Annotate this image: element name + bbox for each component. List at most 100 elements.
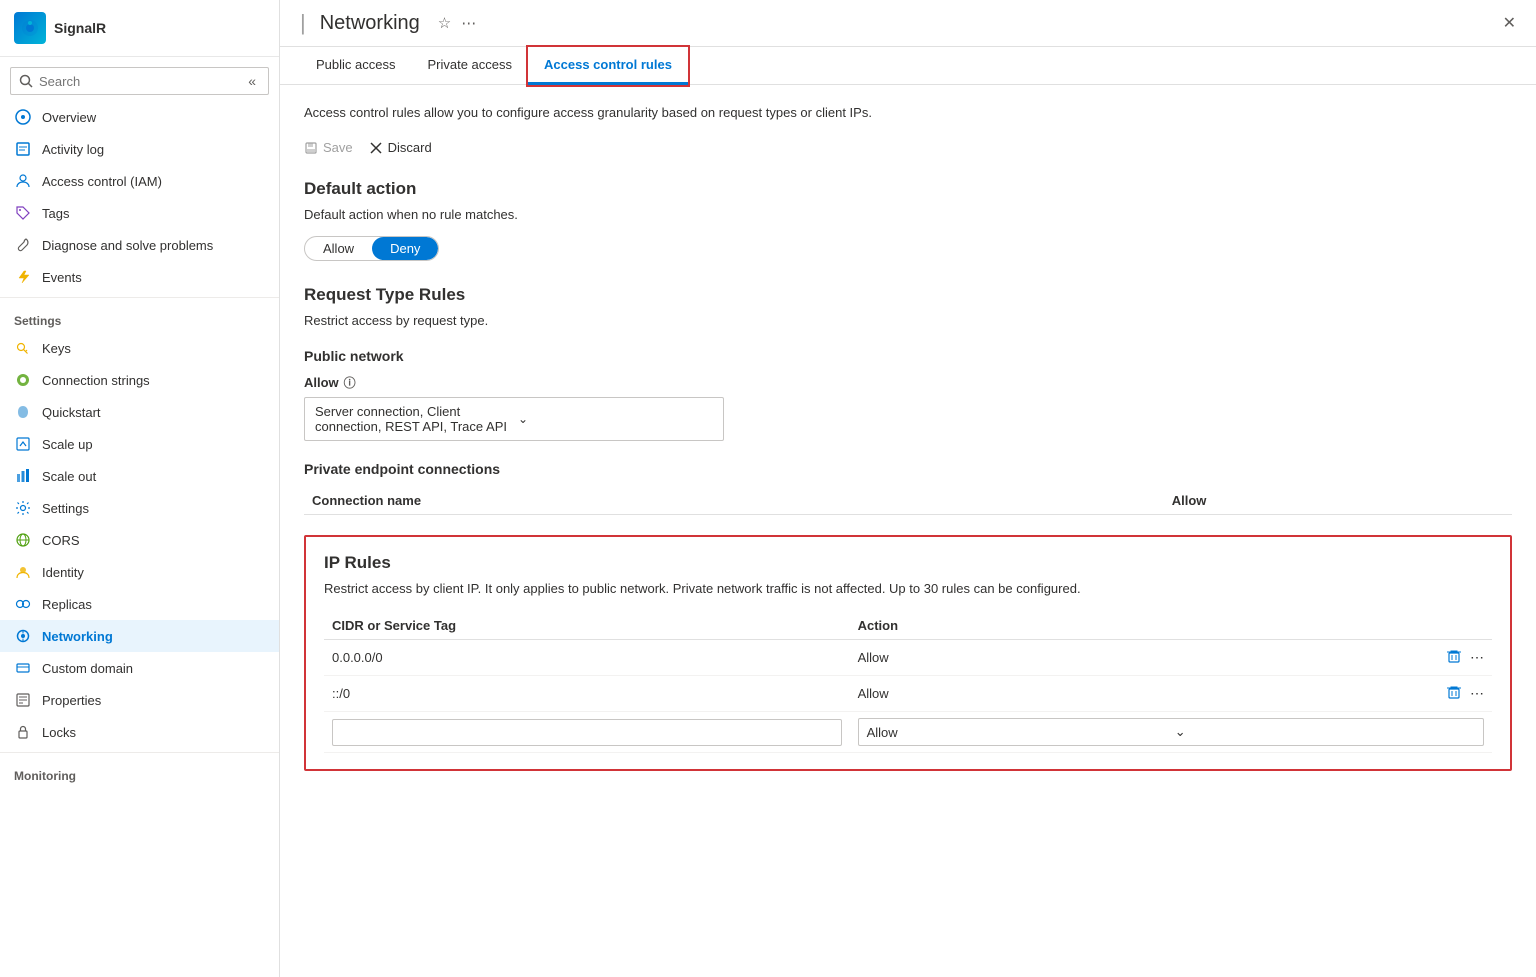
sidebar-search-container[interactable]: « xyxy=(10,67,269,95)
sidebar-item-locks[interactable]: Locks xyxy=(0,716,279,748)
search-input[interactable] xyxy=(39,74,238,89)
sidebar-item-label-properties: Properties xyxy=(42,693,101,708)
sidebar-item-custom-domain[interactable]: Custom domain xyxy=(0,652,279,684)
tab-access-control-rules[interactable]: Access control rules xyxy=(528,47,688,85)
ip-rule-1-action: Allow xyxy=(850,640,1200,676)
ip-rules-add-row: Allow ⌄ xyxy=(324,712,1492,753)
search-icon xyxy=(19,74,33,88)
sidebar-item-scale-up[interactable]: Scale up xyxy=(0,428,279,460)
settings-icon xyxy=(14,499,32,517)
sidebar-item-events[interactable]: Events xyxy=(0,261,279,293)
favorite-star-icon[interactable]: ☆ xyxy=(438,14,451,32)
private-endpoint-title: Private endpoint connections xyxy=(304,461,1512,477)
user-shield-icon xyxy=(14,172,32,190)
save-button[interactable]: Save xyxy=(304,136,353,159)
ip-col-cidr: CIDR or Service Tag xyxy=(324,612,850,640)
default-action-subtitle: Default action when no rule matches. xyxy=(304,207,1512,222)
ip-rule-row-2: ::/0 Allow xyxy=(324,676,1492,712)
discard-button[interactable]: Discard xyxy=(369,136,432,159)
ip-col-action: Action xyxy=(850,612,1200,640)
sidebar-item-identity[interactable]: Identity xyxy=(0,556,279,588)
sidebar-item-label-diagnose: Diagnose and solve problems xyxy=(42,238,213,253)
sidebar-item-label-networking: Networking xyxy=(42,629,113,644)
bolt-icon xyxy=(14,268,32,286)
dropdown-value: Server connection, Client connection, RE… xyxy=(315,404,510,434)
sidebar-item-label-connection-strings: Connection strings xyxy=(42,373,150,388)
sidebar-item-networking[interactable]: Networking xyxy=(0,620,279,652)
sidebar-item-scale-out[interactable]: Scale out xyxy=(0,460,279,492)
ip-add-action-dropdown[interactable]: Allow ⌄ xyxy=(858,718,1484,746)
ip-rules-title: IP Rules xyxy=(324,553,1492,573)
cors-icon xyxy=(14,531,32,549)
private-endpoint-table: Connection name Allow xyxy=(304,487,1512,515)
toggle-deny[interactable]: Deny xyxy=(372,237,438,260)
info-icon[interactable]: ⓘ xyxy=(344,374,356,391)
collapse-button[interactable]: « xyxy=(244,73,260,89)
tab-private-access[interactable]: Private access xyxy=(411,47,528,85)
sidebar-item-properties[interactable]: Properties xyxy=(0,684,279,716)
pe-col-allow: Allow xyxy=(1164,487,1512,515)
key-icon xyxy=(14,339,32,357)
sidebar-item-keys[interactable]: Keys xyxy=(0,332,279,364)
public-network-dropdown[interactable]: Server connection, Client connection, RE… xyxy=(304,397,724,441)
networking-icon xyxy=(14,627,32,645)
properties-icon xyxy=(14,691,32,709)
toolbar: Save Discard xyxy=(304,136,1512,159)
tag-icon xyxy=(14,204,32,222)
sidebar-item-label-events: Events xyxy=(42,270,82,285)
ip-rules-section: IP Rules Restrict access by client IP. I… xyxy=(304,535,1512,771)
sidebar-item-label-tags: Tags xyxy=(42,206,69,221)
ip-rule-2-delete-icon[interactable] xyxy=(1446,684,1462,703)
main-content: | Networking ☆ ⋯ ✕ Public access Private… xyxy=(280,0,1536,977)
discard-label: Discard xyxy=(388,140,432,155)
ip-rule-2-more-icon[interactable]: ⋯ xyxy=(1470,685,1484,702)
ip-rule-row-1: 0.0.0.0/0 Allow xyxy=(324,640,1492,676)
sidebar-item-diagnose[interactable]: Diagnose and solve problems xyxy=(0,229,279,261)
discard-icon xyxy=(369,141,383,155)
ip-add-chevron-icon: ⌄ xyxy=(1175,724,1475,740)
sidebar-item-label-access-control: Access control (IAM) xyxy=(42,174,162,189)
sidebar: SignalR « Overview Activity log Access c… xyxy=(0,0,280,977)
ip-rule-1-more-icon[interactable]: ⋯ xyxy=(1470,649,1484,666)
sidebar-item-replicas[interactable]: Replicas xyxy=(0,588,279,620)
identity-icon xyxy=(14,563,32,581)
sidebar-section-monitoring: Monitoring xyxy=(0,757,279,787)
page-title: Networking xyxy=(320,12,420,35)
sidebar-item-activity-log[interactable]: Activity log xyxy=(0,133,279,165)
ip-rule-1-cidr: 0.0.0.0/0 xyxy=(324,640,850,676)
sidebar-item-connection-strings[interactable]: Connection strings xyxy=(0,364,279,396)
tab-public-access[interactable]: Public access xyxy=(300,47,411,85)
sidebar-item-label-overview: Overview xyxy=(42,110,96,125)
ip-rule-1-delete-icon[interactable] xyxy=(1446,648,1462,667)
lock-icon xyxy=(14,723,32,741)
close-button[interactable]: ✕ xyxy=(1503,13,1516,33)
dropdown-chevron-icon: ⌄ xyxy=(518,412,713,426)
ip-rules-table: CIDR or Service Tag Action 0.0.0.0/0 All… xyxy=(324,612,1492,753)
sidebar-scroll: Overview Activity log Access control (IA… xyxy=(0,101,279,977)
toggle-allow[interactable]: Allow xyxy=(305,237,372,260)
more-options-icon[interactable]: ⋯ xyxy=(461,14,476,32)
tabs-container: Public access Private access Access cont… xyxy=(280,47,1536,85)
sidebar-item-label-activity-log: Activity log xyxy=(42,142,104,157)
allow-text: Allow xyxy=(304,375,339,390)
sidebar-item-cors[interactable]: CORS xyxy=(0,524,279,556)
sidebar-item-settings[interactable]: Settings xyxy=(0,492,279,524)
top-bar: | Networking ☆ ⋯ ✕ xyxy=(280,0,1536,47)
public-network-label: Public network xyxy=(304,348,1512,364)
sidebar-item-label-keys: Keys xyxy=(42,341,71,356)
sidebar-item-tags[interactable]: Tags xyxy=(0,197,279,229)
sidebar-item-access-control[interactable]: Access control (IAM) xyxy=(0,165,279,197)
request-type-rules-title: Request Type Rules xyxy=(304,285,1512,305)
activity-log-icon xyxy=(14,140,32,158)
ip-rule-2-actions: ⋯ xyxy=(1208,684,1484,703)
sidebar-section-settings: Settings xyxy=(0,302,279,332)
ip-add-cidr-input[interactable] xyxy=(332,719,842,746)
ip-rule-2-action: Allow xyxy=(850,676,1200,712)
sidebar-divider-1 xyxy=(0,297,279,298)
sidebar-item-overview[interactable]: Overview xyxy=(0,101,279,133)
page-description: Access control rules allow you to config… xyxy=(304,105,1512,120)
sidebar-item-quickstart[interactable]: Quickstart xyxy=(0,396,279,428)
sidebar-brand: SignalR xyxy=(54,20,106,36)
pe-col-connection-name: Connection name xyxy=(304,487,1164,515)
scale-up-icon xyxy=(14,435,32,453)
